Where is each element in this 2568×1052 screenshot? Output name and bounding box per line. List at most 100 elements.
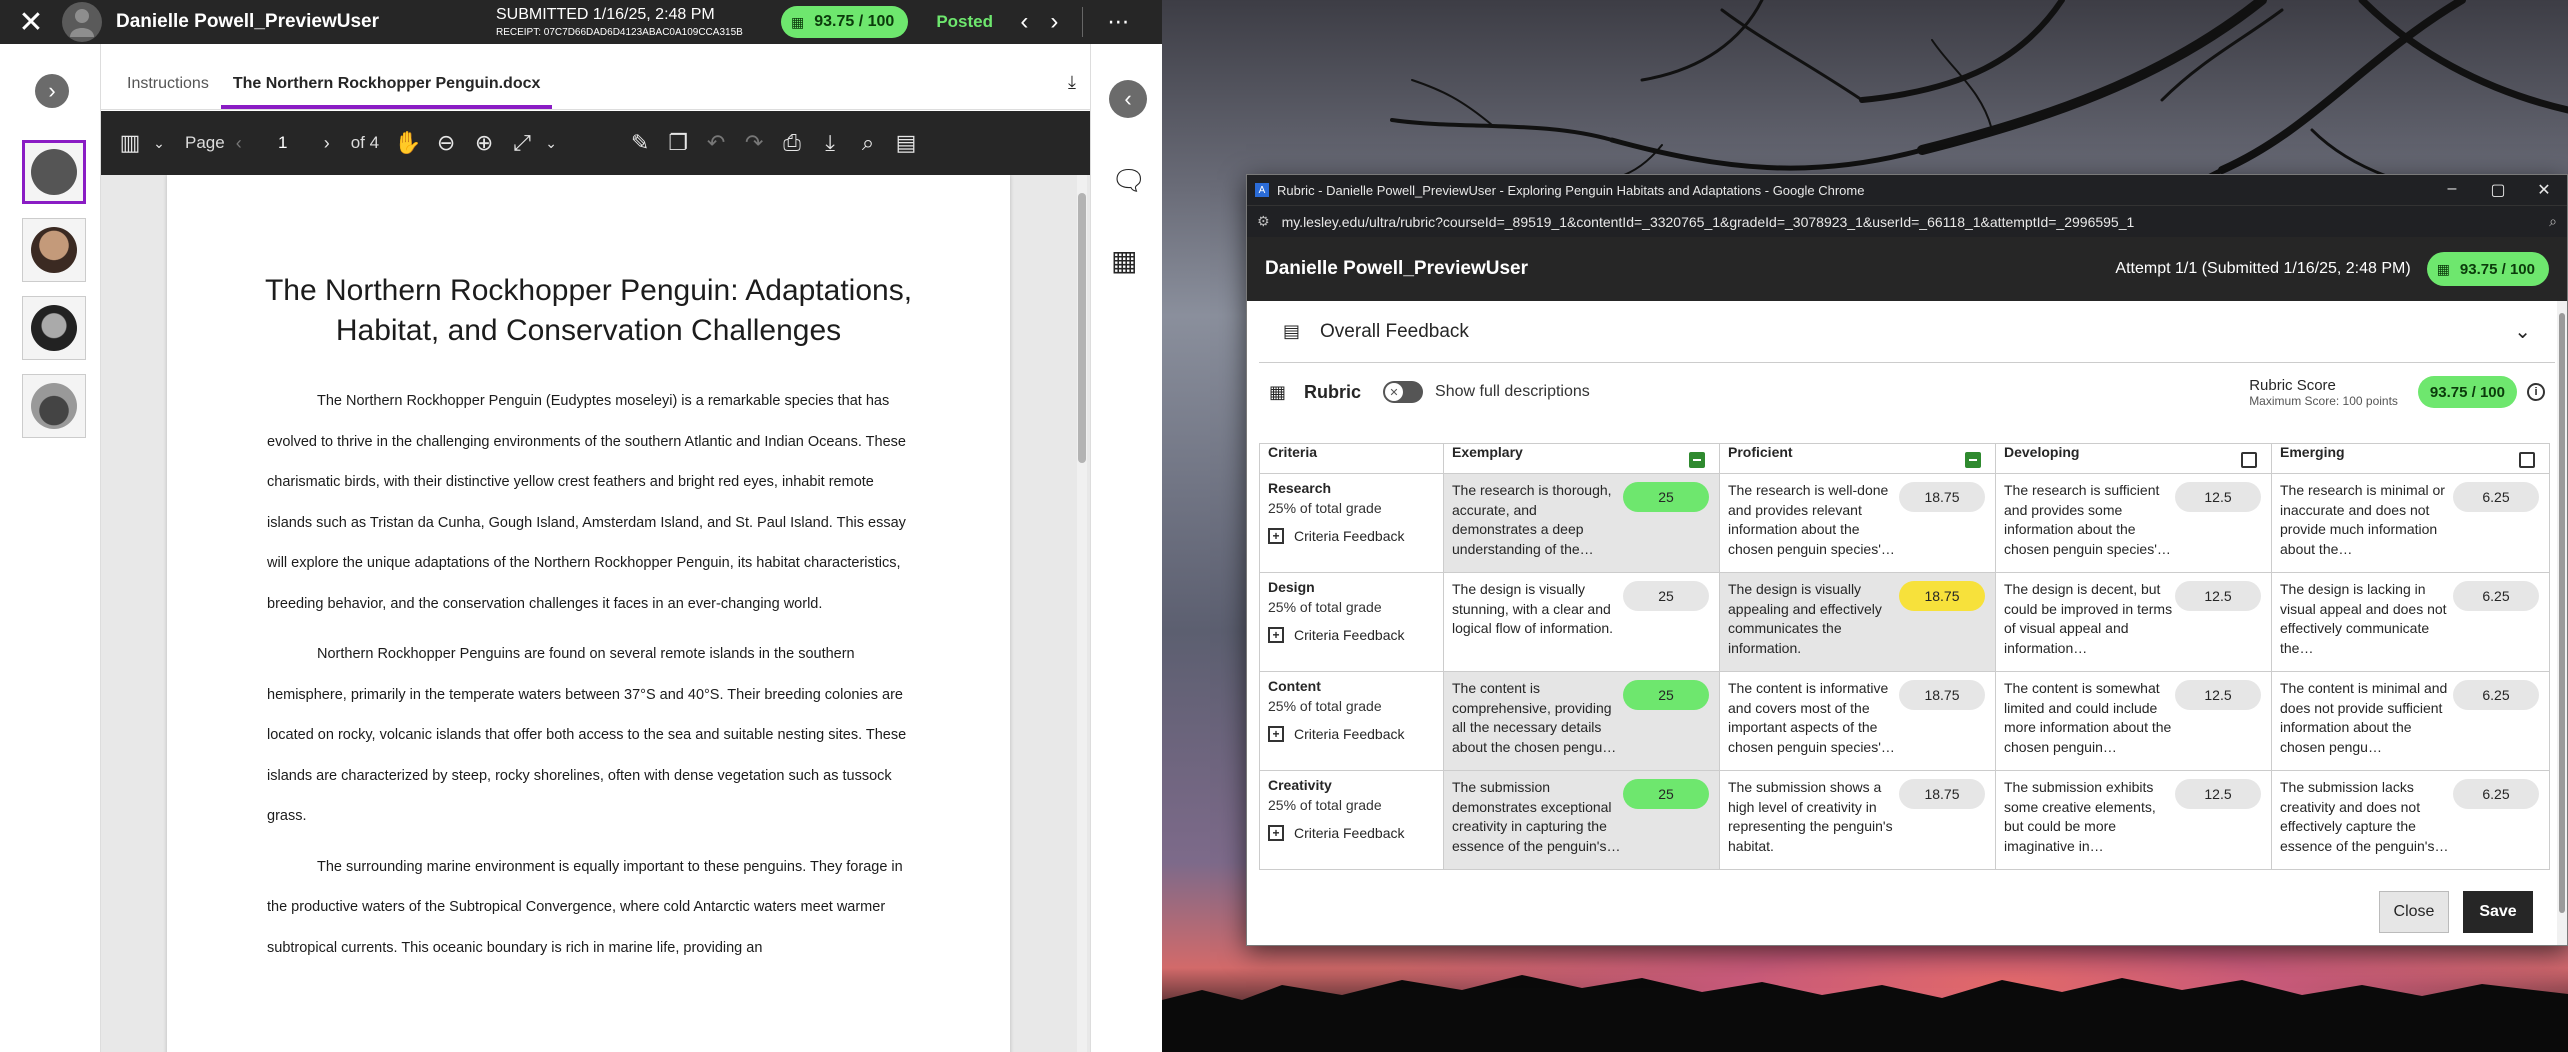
level-points[interactable]: 25	[1623, 680, 1709, 710]
chevron-down-icon[interactable]: ⌄	[541, 124, 561, 162]
level-description: The content is minimal and does not prov…	[2280, 680, 2448, 755]
rubric-level-cell[interactable]: The research is well-done and provides r…	[1719, 473, 1996, 573]
student-thumb-4[interactable]	[22, 374, 86, 438]
level-points[interactable]: 6.25	[2453, 779, 2539, 809]
rubric-level-cell[interactable]: The content is informative and covers mo…	[1719, 671, 1996, 771]
tab-instructions[interactable]: Instructions	[115, 75, 221, 109]
rubric-level-cell[interactable]: The content is comprehensive, providing …	[1443, 671, 1720, 771]
page-number-input[interactable]: 1	[260, 128, 305, 158]
zoom-in-icon[interactable]: ⊕	[465, 124, 503, 162]
search-icon[interactable]: ⌕	[849, 124, 887, 162]
info-icon[interactable]: i	[2527, 383, 2545, 401]
level-points[interactable]: 12.5	[2175, 779, 2261, 809]
grade-pill[interactable]: ▦ 93.75 / 100	[781, 6, 909, 38]
close-icon[interactable]: ✕	[0, 0, 62, 44]
pan-hand-icon[interactable]: ✋	[389, 124, 427, 162]
url-text[interactable]: my.lesley.edu/ultra/rubric?courseId=_895…	[1282, 214, 2135, 230]
rubric-grid-icon[interactable]: ▦	[1111, 244, 1137, 277]
undo-icon[interactable]: ↶	[697, 124, 735, 162]
level-points[interactable]: 25	[1623, 779, 1709, 809]
rubric-level-cell[interactable]: The research is sufficient and provides …	[1995, 473, 2272, 573]
criterion-cell: Research 25% of total grade + Criteria Feed…	[1259, 473, 1444, 573]
level-points[interactable]: 6.25	[2453, 581, 2539, 611]
comment-icon[interactable]: ❐	[659, 124, 697, 162]
window-scrollbar[interactable]	[2557, 301, 2567, 945]
rubric-level-cell[interactable]: The design is lacking in visual appeal a…	[2271, 572, 2550, 672]
rubric-level-cell[interactable]: The submission exhibits some creative el…	[1995, 770, 2272, 870]
column-select-checkbox[interactable]	[1965, 452, 1981, 468]
minimize-icon[interactable]: –	[2429, 180, 2475, 200]
level-points[interactable]: 25	[1623, 581, 1709, 611]
column-select-checkbox[interactable]	[2241, 452, 2257, 468]
next-page-icon[interactable]: ›	[313, 124, 341, 162]
close-icon[interactable]: ✕	[2521, 180, 2567, 200]
student-thumb-2[interactable]	[22, 218, 86, 282]
rubric-level-cell[interactable]: The design is visually appealing and eff…	[1719, 572, 1996, 672]
previous-page-icon[interactable]: ‹	[225, 124, 253, 162]
criteria-feedback-button[interactable]: + Criteria Feedback	[1268, 825, 1435, 841]
scrollbar-thumb[interactable]	[1078, 193, 1086, 463]
zoom-out-icon[interactable]: ⊖	[427, 124, 465, 162]
download-file-icon[interactable]: ⤓	[1068, 72, 1076, 93]
save-button[interactable]: Save	[2463, 891, 2533, 933]
download-icon[interactable]: ⤓	[811, 124, 849, 162]
rubric-level-cell[interactable]: The submission shows a high level of cre…	[1719, 770, 1996, 870]
expand-panel-icon[interactable]: ›	[35, 74, 69, 108]
level-description: The submission lacks creativity and does…	[2280, 779, 2449, 854]
level-points[interactable]: 6.25	[2453, 482, 2539, 512]
feedback-comment-icon[interactable]: 🗨	[1111, 164, 1147, 197]
columns-icon[interactable]: ▤	[887, 124, 925, 162]
redo-icon[interactable]: ↷	[735, 124, 773, 162]
criteria-feedback-button[interactable]: + Criteria Feedback	[1268, 627, 1435, 643]
student-name: Danielle Powell_PreviewUser	[1265, 258, 1528, 279]
level-points[interactable]: 18.75	[1899, 581, 1985, 611]
level-points[interactable]: 12.5	[2175, 581, 2261, 611]
overall-feedback-section[interactable]: ▤ Overall Feedback ⌄	[1259, 301, 2555, 363]
rubric-level-cell[interactable]: The content is somewhat limited and coul…	[1995, 671, 2272, 771]
avatar	[31, 305, 77, 351]
scrollbar-thumb[interactable]	[2559, 313, 2565, 913]
close-button[interactable]: Close	[2379, 891, 2449, 933]
more-options-icon[interactable]: ⋯	[1107, 9, 1131, 35]
rubric-level-cell[interactable]: The submission lacks creativity and does…	[2271, 770, 2550, 870]
student-thumb-3[interactable]	[22, 296, 86, 360]
zoom-icon[interactable]: ⌕	[2549, 213, 2557, 230]
rubric-level-cell[interactable]: The design is visually stunning, with a …	[1443, 572, 1720, 672]
column-select-checkbox[interactable]	[1689, 452, 1705, 468]
show-full-descriptions-toggle[interactable]: ✕	[1383, 381, 1424, 403]
student-thumb-1[interactable]	[22, 140, 86, 204]
maximize-icon[interactable]: ▢	[2475, 180, 2521, 200]
criteria-feedback-button[interactable]: + Criteria Feedback	[1268, 528, 1435, 544]
chevron-down-icon[interactable]: ⌄	[149, 124, 169, 162]
print-icon[interactable]: ⎙	[773, 124, 811, 162]
column-select-checkbox[interactable]	[2519, 452, 2535, 468]
edit-annotate-icon[interactable]: ✎	[621, 124, 659, 162]
tab-document[interactable]: The Northern Rockhopper Penguin.docx	[220, 75, 553, 109]
site-settings-icon[interactable]: ⚙	[1257, 213, 1270, 230]
rubric-row: Creativity 25% of total grade + Criteria Fe…	[1259, 770, 2550, 870]
sidebar-toggle-icon[interactable]: ▥	[111, 124, 149, 162]
document-scrollbar[interactable]	[1077, 175, 1087, 1052]
previous-student-icon[interactable]: ‹	[1020, 8, 1028, 36]
rubric-table: Criteria Exemplary Proficient Developing…	[1259, 443, 2550, 870]
level-points[interactable]: 6.25	[2453, 680, 2539, 710]
rubric-level-cell[interactable]: The submission demonstrates exceptional …	[1443, 770, 1720, 870]
level-points[interactable]: 18.75	[1899, 779, 1985, 809]
level-points[interactable]: 12.5	[2175, 482, 2261, 512]
fit-page-icon[interactable]: ⤢	[503, 124, 541, 162]
document-page: The Northern Rockhopper Penguin: Adaptat…	[167, 175, 1010, 1052]
criteria-feedback-button[interactable]: + Criteria Feedback	[1268, 726, 1435, 742]
rubric-level-cell[interactable]: The design is decent, but could be impro…	[1995, 572, 2272, 672]
criterion-name: Content	[1268, 678, 1321, 694]
level-points[interactable]: 18.75	[1899, 680, 1985, 710]
level-points[interactable]: 18.75	[1899, 482, 1985, 512]
rubric-level-cell[interactable]: The research is thorough, accurate, and …	[1443, 473, 1720, 573]
page-count: of 4	[350, 133, 380, 152]
chevron-down-icon[interactable]: ⌄	[2514, 319, 2531, 344]
collapse-panel-icon[interactable]: ‹	[1109, 80, 1147, 118]
rubric-level-cell[interactable]: The research is minimal or inaccurate an…	[2271, 473, 2550, 573]
next-student-icon[interactable]: ›	[1050, 8, 1058, 36]
rubric-level-cell[interactable]: The content is minimal and does not prov…	[2271, 671, 2550, 771]
level-points[interactable]: 25	[1623, 482, 1709, 512]
level-points[interactable]: 12.5	[2175, 680, 2261, 710]
